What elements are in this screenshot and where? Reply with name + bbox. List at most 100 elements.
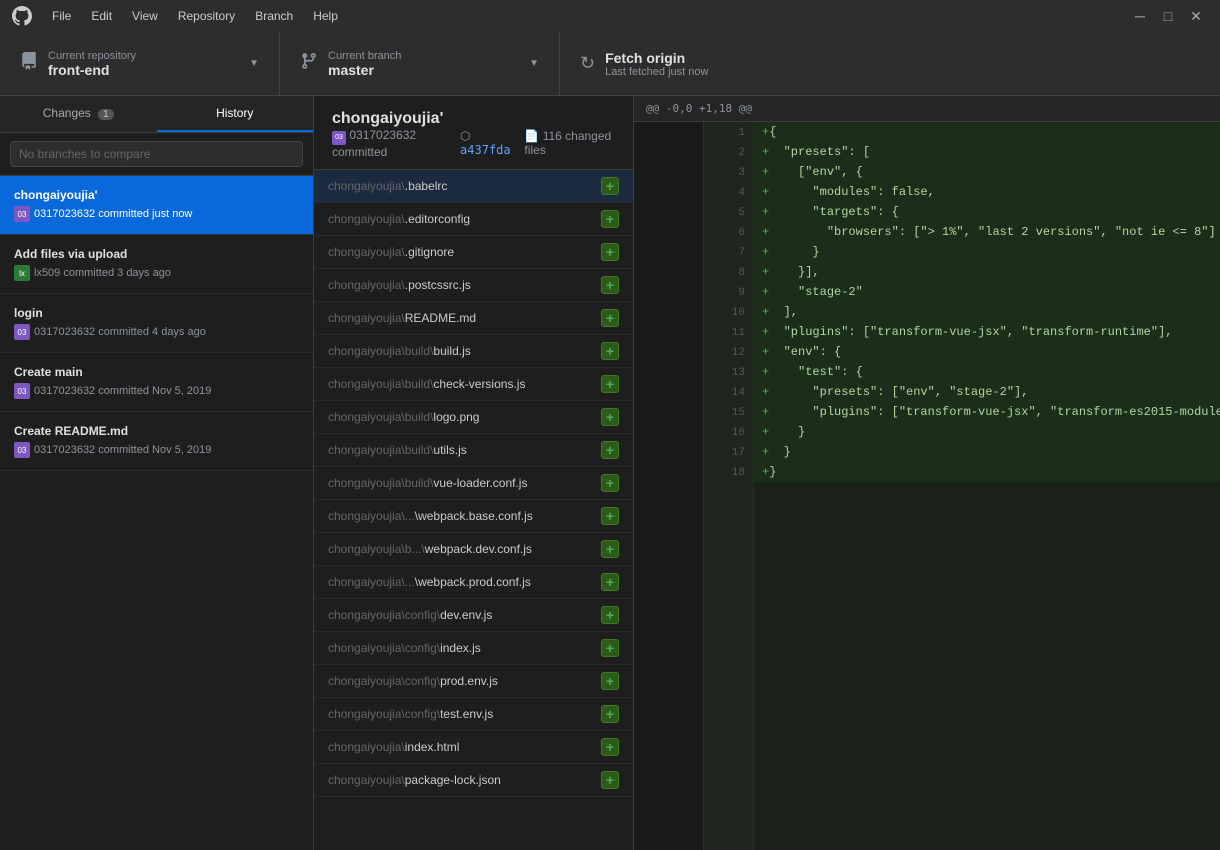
fetch-icon: ↻	[580, 53, 595, 74]
file-added-icon: +	[601, 441, 619, 459]
diff-line: + ],	[754, 302, 1220, 322]
repo-name: front-end	[48, 62, 239, 78]
diff-line: + ["env", {	[754, 162, 1220, 182]
diff-line: + }	[754, 242, 1220, 262]
file-added-icon: +	[601, 573, 619, 591]
file-item[interactable]: chongaiyoujia\...\webpack.prod.conf.js +	[314, 566, 633, 599]
commit-title: Create README.md	[14, 424, 299, 438]
repo-selector[interactable]: Current repository front-end ▼	[0, 32, 280, 95]
diff-line: + "stage-2"	[754, 282, 1220, 302]
close-button[interactable]: ✕	[1184, 4, 1208, 28]
tab-history[interactable]: History	[157, 96, 314, 132]
repo-icon	[20, 52, 38, 75]
file-name: chongaiyoujia\config\prod.env.js	[328, 674, 498, 688]
file-item[interactable]: chongaiyoujia\.gitignore +	[314, 236, 633, 269]
branch-search-input[interactable]	[10, 141, 303, 167]
branch-text: Current branch master	[328, 50, 519, 78]
diff-content: 1 2 3 4 5 6 7 8 9 10 11 12 13 14 15 16 1…	[634, 122, 1220, 850]
file-item[interactable]: chongaiyoujia\.postcssrc.js +	[314, 269, 633, 302]
avatar: 03	[14, 442, 30, 458]
file-name: chongaiyoujia\.babelrc	[328, 179, 447, 193]
avatar: 03	[332, 131, 346, 145]
file-item[interactable]: chongaiyoujia\b...\webpack.dev.conf.js +	[314, 533, 633, 566]
repo-chevron-icon: ▼	[249, 58, 259, 69]
hash-icon: ⬡	[460, 129, 470, 143]
file-name: chongaiyoujia\config\dev.env.js	[328, 608, 492, 622]
maximize-button[interactable]: □	[1156, 4, 1180, 28]
fetch-sub: Last fetched just now	[605, 66, 1200, 78]
minimize-button[interactable]: ─	[1128, 4, 1152, 28]
file-item[interactable]: chongaiyoujia\.babelrc +	[314, 170, 633, 203]
file-item[interactable]: chongaiyoujia\.editorconfig +	[314, 203, 633, 236]
menu-edit[interactable]: Edit	[83, 7, 120, 25]
avatar: 03	[14, 383, 30, 399]
branch-label: Current branch	[328, 50, 519, 62]
file-item[interactable]: chongaiyoujia\config\dev.env.js +	[314, 599, 633, 632]
avatar: 03	[14, 206, 30, 222]
diff-line: + }	[754, 442, 1220, 462]
file-added-icon: +	[601, 705, 619, 723]
diff-line: + "presets": [	[754, 142, 1220, 162]
fetch-label: Fetch origin	[605, 50, 1200, 66]
files-icon: 📄	[524, 129, 539, 143]
branch-icon	[300, 52, 318, 75]
file-item[interactable]: chongaiyoujia\build\build.js +	[314, 335, 633, 368]
menu-repository[interactable]: Repository	[170, 7, 243, 25]
file-item[interactable]: chongaiyoujia\build\check-versions.js +	[314, 368, 633, 401]
repo-text: Current repository front-end	[48, 50, 239, 78]
file-added-icon: +	[601, 243, 619, 261]
window-controls: ─ □ ✕	[1128, 4, 1208, 28]
menu-file[interactable]: File	[44, 7, 79, 25]
file-name: chongaiyoujia\b...\webpack.dev.conf.js	[328, 542, 532, 556]
file-item[interactable]: chongaiyoujia\index.html +	[314, 731, 633, 764]
menu-view[interactable]: View	[124, 7, 166, 25]
file-added-icon: +	[601, 375, 619, 393]
diff-old-numbers	[634, 122, 704, 850]
file-added-icon: +	[601, 507, 619, 525]
menu-help[interactable]: Help	[305, 7, 346, 25]
commit-meta: 03 0317023632 committed Nov 5, 2019	[14, 442, 299, 458]
commit-title: Create main	[14, 365, 299, 379]
file-item[interactable]: chongaiyoujia\...\webpack.base.conf.js +	[314, 500, 633, 533]
file-name: chongaiyoujia\build\logo.png	[328, 410, 479, 424]
commit-item[interactable]: Create README.md 03 0317023632 committed…	[0, 412, 313, 471]
file-name: chongaiyoujia\config\index.js	[328, 641, 481, 655]
commit-meta: lx lx509 committed 3 days ago	[14, 265, 299, 281]
branch-chevron-icon: ▼	[529, 58, 539, 69]
diff-line: +}	[754, 462, 1220, 482]
file-name: chongaiyoujia\build\vue-loader.conf.js	[328, 476, 527, 490]
file-added-icon: +	[601, 474, 619, 492]
branch-selector[interactable]: Current branch master ▼	[280, 32, 560, 95]
diff-panel: @@ -0,0 +1,18 @@	[634, 96, 1220, 850]
diff-line: + "targets": {	[754, 202, 1220, 222]
commit-item[interactable]: Create main 03 0317023632 committed Nov …	[0, 353, 313, 412]
file-item[interactable]: chongaiyoujia\config\test.env.js +	[314, 698, 633, 731]
tab-changes[interactable]: Changes 1	[0, 96, 157, 132]
titlebar-menu: File Edit View Repository Branch Help	[44, 7, 1128, 25]
file-item[interactable]: chongaiyoujia\build\logo.png +	[314, 401, 633, 434]
file-name: chongaiyoujia\build\build.js	[328, 344, 471, 358]
file-item[interactable]: chongaiyoujia\build\utils.js +	[314, 434, 633, 467]
file-added-icon: +	[601, 210, 619, 228]
fetch-origin-button[interactable]: ↻ Fetch origin Last fetched just now	[560, 32, 1220, 95]
file-name: chongaiyoujia\README.md	[328, 311, 476, 325]
diff-line: + "env": {	[754, 342, 1220, 362]
menu-branch[interactable]: Branch	[247, 7, 301, 25]
repo-label: Current repository	[48, 50, 239, 62]
fetch-text: Fetch origin Last fetched just now	[605, 50, 1200, 78]
diff-line: +{	[754, 122, 1220, 142]
file-item[interactable]: chongaiyoujia\config\index.js +	[314, 632, 633, 665]
file-added-icon: +	[601, 771, 619, 789]
file-name: chongaiyoujia\index.html	[328, 740, 459, 754]
commit-info-bar: 03 0317023632 committed ⬡ a437fda 📄 116 …	[332, 128, 615, 159]
file-item[interactable]: chongaiyoujia\build\vue-loader.conf.js +	[314, 467, 633, 500]
file-name: chongaiyoujia\...\webpack.prod.conf.js	[328, 575, 531, 589]
commit-item[interactable]: login 03 0317023632 committed 4 days ago	[0, 294, 313, 353]
hash-container: ⬡ a437fda	[460, 129, 512, 157]
commit-item[interactable]: Add files via upload lx lx509 committed …	[0, 235, 313, 294]
commit-item[interactable]: chongaiyoujia' 03 0317023632 committed j…	[0, 176, 313, 235]
file-item[interactable]: chongaiyoujia\README.md +	[314, 302, 633, 335]
main-content: Changes 1 History chongaiyoujia' 03 0317…	[0, 96, 1220, 850]
file-item[interactable]: chongaiyoujia\package-lock.json +	[314, 764, 633, 797]
file-item[interactable]: chongaiyoujia\config\prod.env.js +	[314, 665, 633, 698]
